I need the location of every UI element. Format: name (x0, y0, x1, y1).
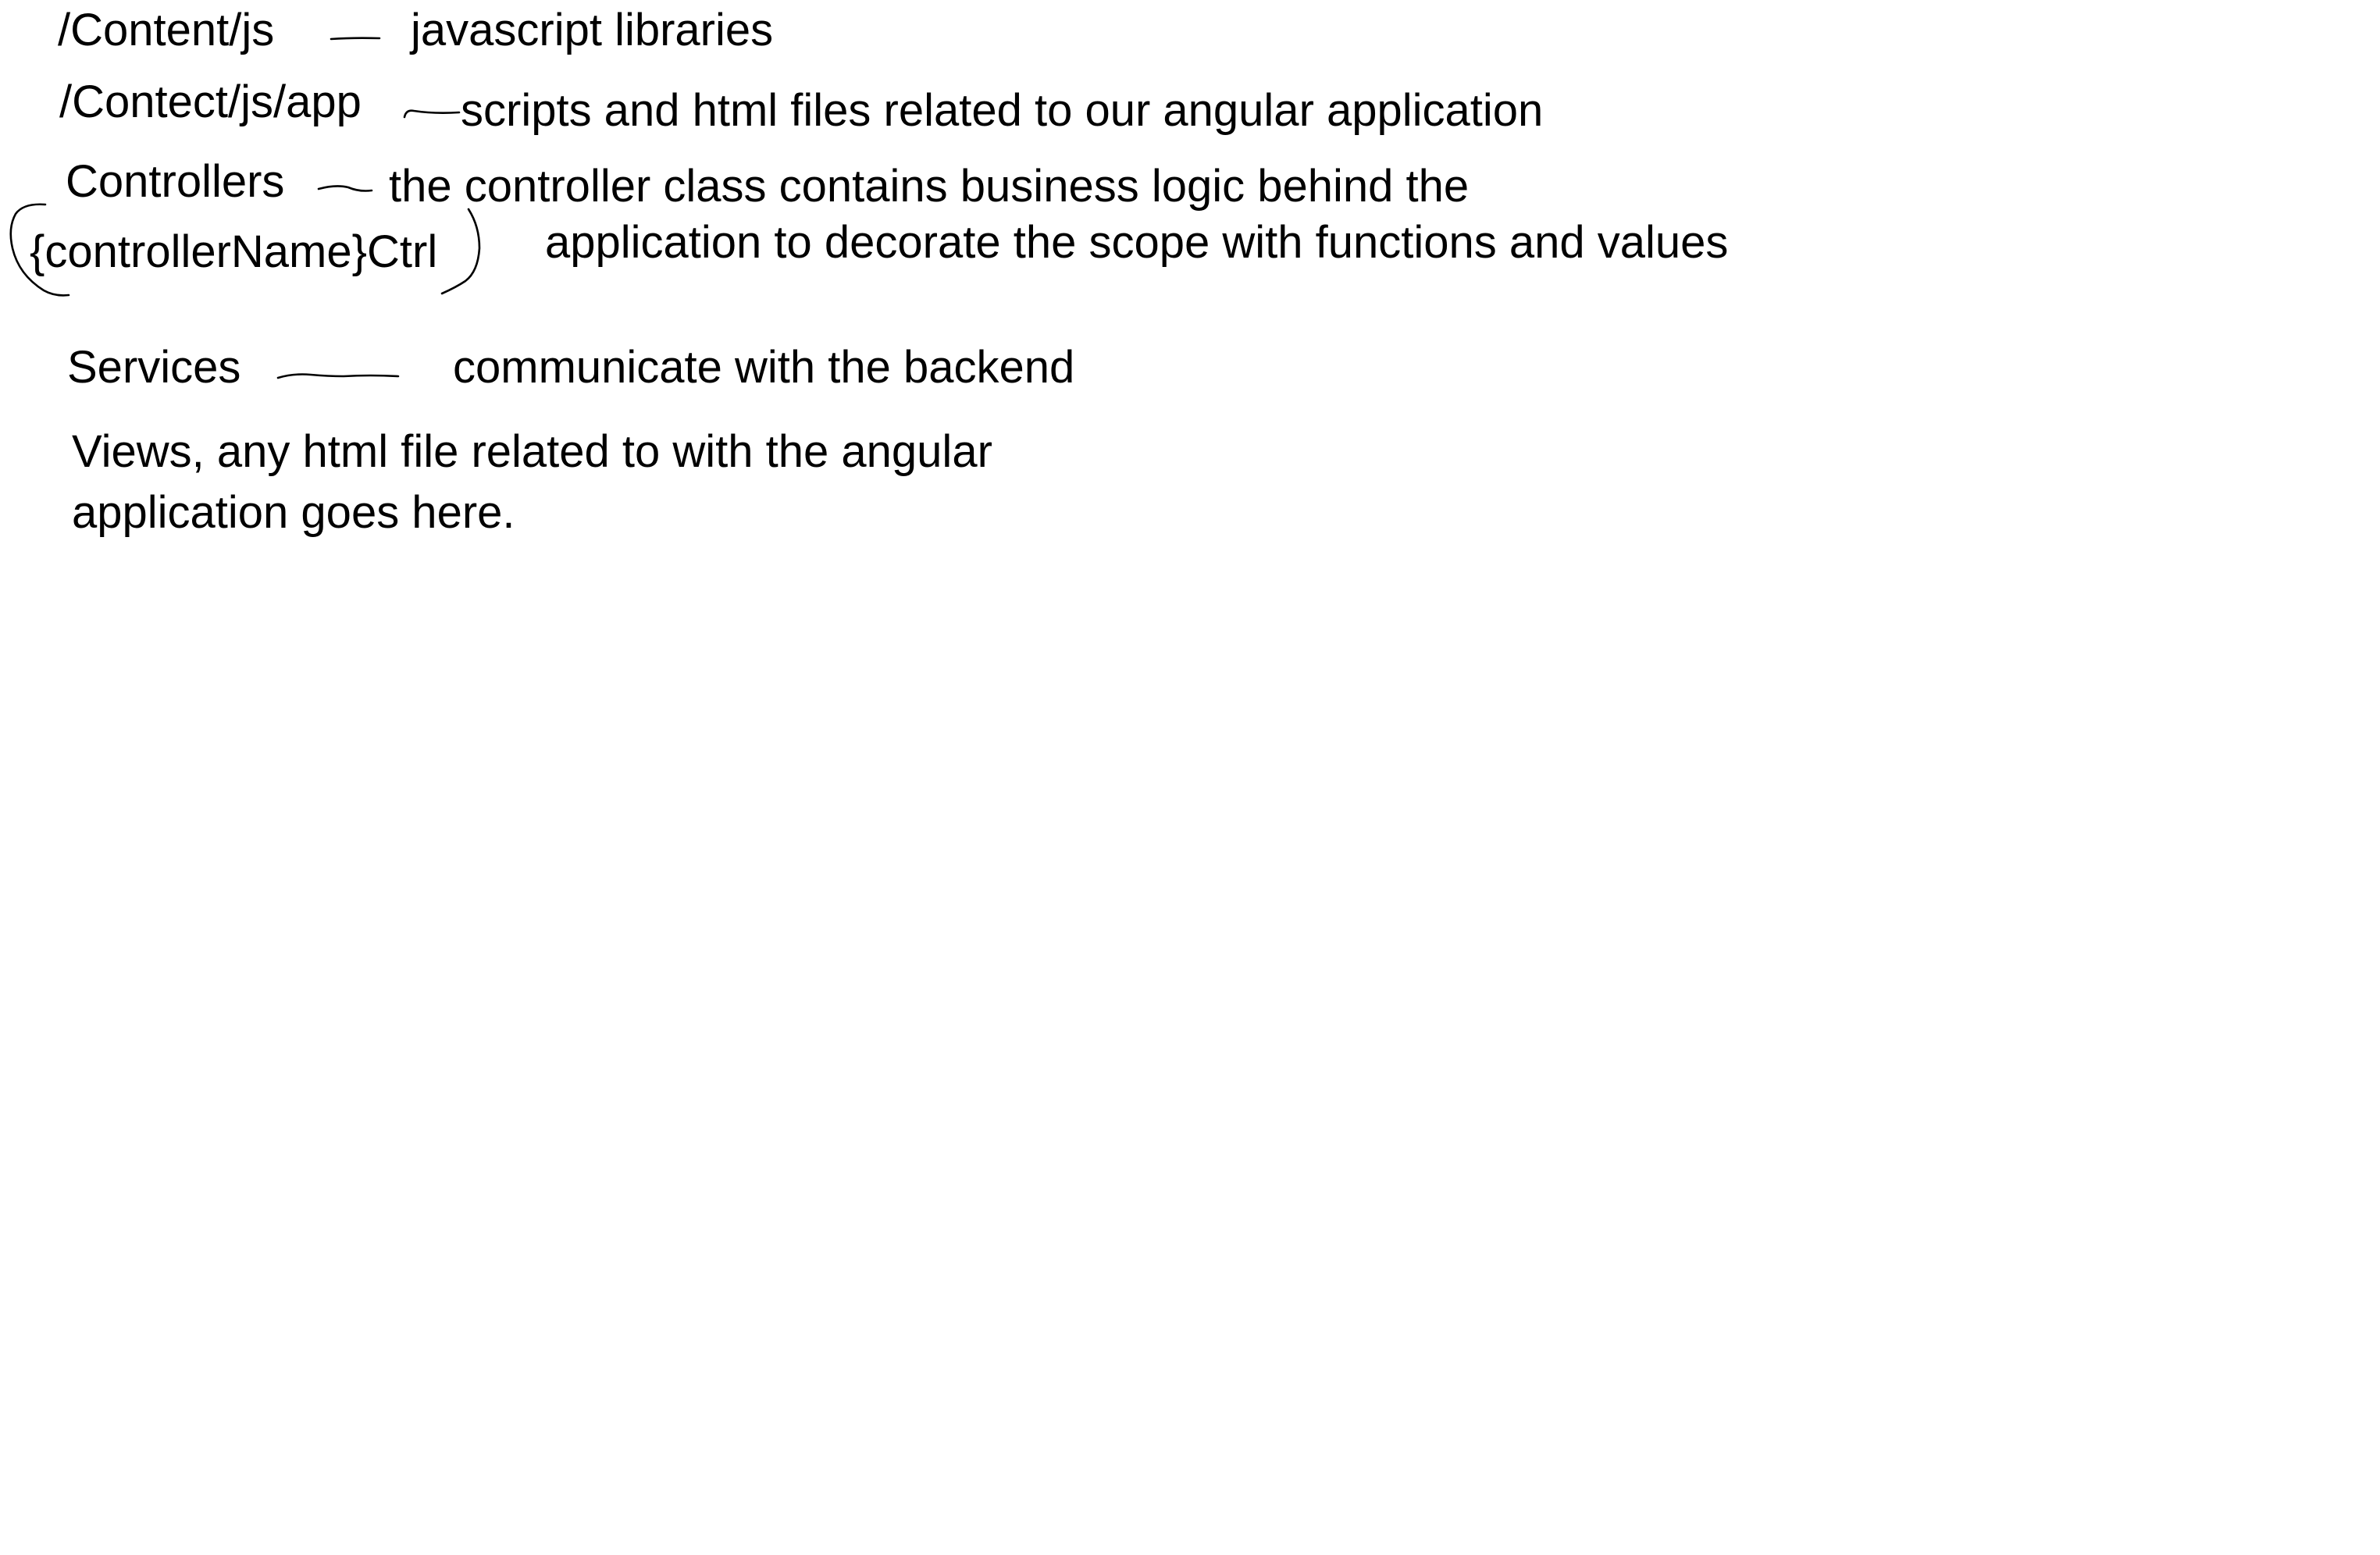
content-js-description: javascript libraries (411, 5, 774, 55)
controllers-description-line2: application to decorate the scope with f… (545, 217, 1729, 268)
dash-connector-content-js (330, 37, 381, 41)
dash-connector-content-js-app (403, 109, 461, 119)
dash-connector-controllers (317, 185, 373, 192)
controllers-term: Controllers (66, 156, 285, 207)
views-line1: Views, any html file related to with the… (72, 426, 992, 477)
services-description: communicate with the backend (453, 342, 1075, 393)
content-js-app-description: scripts and html files related to our an… (461, 85, 1544, 136)
services-term: Services (67, 342, 241, 393)
controllers-naming-convention: {controllerName}Ctrl (30, 226, 438, 277)
bracket-right-icon (440, 208, 481, 295)
dash-connector-services (276, 373, 400, 379)
content-js-term: /Content/js (58, 5, 275, 55)
content-js-app-term: /Contect/js/app (59, 77, 362, 127)
views-line2: application goes here. (72, 487, 515, 538)
controllers-description-line1: the controller class contains business l… (389, 161, 1470, 212)
